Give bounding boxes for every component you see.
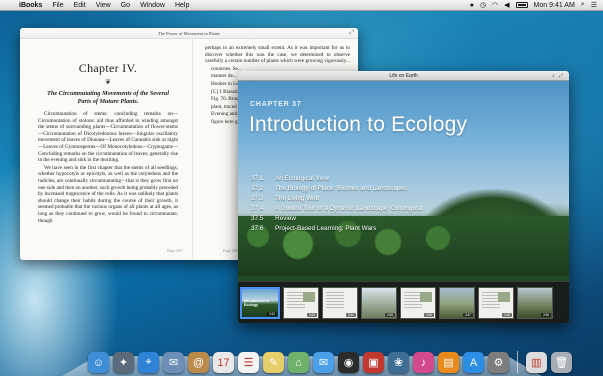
- paragraph: perhaps to an extremely small extent. As…: [205, 45, 350, 65]
- book-window-title: The Power of Movement in Plants: [20, 28, 358, 39]
- calendar-icon[interactable]: 17: [213, 352, 234, 373]
- thumbnail-page[interactable]: 245: [361, 286, 397, 319]
- toc-item[interactable]: 37.2 The Biology of Place: Biomes and Lan…: [251, 184, 501, 194]
- life-on-earth-window: Life on Earth ⌕ ⤢ CHAPTER 37 Introductio…: [238, 71, 569, 323]
- ibooks-icon[interactable]: ▤: [438, 352, 459, 373]
- menu-clock[interactable]: Mon 9:41 AM: [534, 2, 575, 9]
- toc-title: Review: [275, 215, 296, 222]
- thumbnail-page-number: 245: [385, 312, 395, 317]
- life-window-title: Life on Earth: [389, 73, 418, 79]
- menu-edit[interactable]: Edit: [69, 0, 91, 11]
- chapter-title: Introduction to Ecology: [249, 113, 468, 136]
- thumbnail-page[interactable]: 249: [517, 286, 553, 319]
- chapter-label: CHAPTER 37: [250, 101, 302, 108]
- thumbnail-page[interactable]: 246: [400, 286, 436, 319]
- left-page[interactable]: Chapter IV. ❦ The Circumnutating Movemen…: [20, 39, 192, 260]
- page-thumbnail-strip: Introduction to Ecology 242 243 244 245 …: [238, 281, 569, 323]
- system-preferences-icon[interactable]: ⚙: [488, 352, 509, 373]
- ornament-icon: ❦: [105, 78, 111, 86]
- toc-title: The Biology of Place: Biomes and Landsca…: [275, 185, 408, 192]
- fullscreen-icon[interactable]: ⤢: [559, 71, 563, 81]
- table-of-contents: 37.1 An Ecological View 37.2 The Biology o…: [251, 174, 501, 234]
- text-lines: [326, 291, 344, 310]
- thumbnail-image: [420, 291, 432, 302]
- thumbnail-page-number: 246: [424, 312, 434, 317]
- iphoto-icon[interactable]: ❀: [388, 352, 409, 373]
- dock: ☺ ✦ ⌖ ✉ @17 ☰ ✎ ⌂ ✉ ◉ ▣ ❀ ♪ ▤ A ⚙ ▥ 🗑: [88, 343, 572, 373]
- toc-title: The Living Web: [275, 195, 320, 202]
- toc-number: 37.6: [251, 225, 264, 232]
- life-window-titlebar[interactable]: Life on Earth ⌕ ⤢: [238, 71, 569, 81]
- thumbnail-image: [303, 291, 315, 302]
- toc-number: 37.2: [251, 185, 264, 192]
- toc-title: Project-Based Learning: Plant Wars: [275, 225, 377, 232]
- toc-number: 37.4: [251, 205, 264, 212]
- page-number: Page 203: [167, 248, 182, 253]
- toc-number: 37.5: [251, 215, 264, 222]
- wifi-icon[interactable]: ◠: [492, 1, 498, 9]
- thumbnail-page-number: 244: [346, 312, 356, 317]
- thumbnail-page-number: 248: [502, 312, 512, 317]
- toc-number: 37.3: [251, 195, 264, 202]
- paragraph: We have seen in the first chapter that t…: [38, 164, 178, 224]
- toc-item[interactable]: 37.4 A Guided Tour of a Dynamic Landscape…: [251, 204, 501, 214]
- page-number: Page 204: [223, 248, 238, 253]
- photo-booth-icon[interactable]: ▣: [363, 352, 384, 373]
- notification-center-icon[interactable]: ☰: [591, 1, 597, 9]
- notes-icon[interactable]: ✎: [263, 352, 284, 373]
- status-area: ● ◷ ◠ ◀ Mon 9:41 AM ⌕ ☰: [470, 1, 603, 9]
- thumbnail-page-number: 249: [541, 312, 551, 317]
- toc-item[interactable]: 37.6 Project-Based Learning: Plant Wars: [251, 224, 501, 234]
- thumbnail-page[interactable]: 248: [478, 286, 514, 319]
- spotlight-icon[interactable]: ⌕: [581, 1, 585, 9]
- time-machine-icon[interactable]: ◷: [480, 1, 486, 9]
- thumbnail-title: Introduction to Ecology: [244, 298, 270, 307]
- itunes-icon[interactable]: ♪: [413, 352, 434, 373]
- launchpad-icon[interactable]: ✦: [113, 352, 134, 373]
- facetime-icon[interactable]: ◉: [338, 352, 359, 373]
- menu-app-name[interactable]: iBooks: [14, 0, 47, 11]
- search-icon[interactable]: ⌕: [552, 71, 555, 81]
- maps-icon[interactable]: ⌂: [288, 352, 309, 373]
- fullscreen-icon[interactable]: ⤢: [349, 30, 354, 37]
- chapter-heading: Chapter IV.: [78, 61, 138, 75]
- finder-icon[interactable]: ☺: [88, 352, 109, 373]
- toc-item[interactable]: 37.3 The Living Web: [251, 194, 501, 204]
- thumbnail-page-number: 243: [307, 312, 317, 317]
- thumbnail-page[interactable]: Introduction to Ecology 242: [240, 286, 280, 319]
- contacts-icon[interactable]: @: [188, 352, 209, 373]
- app-store-icon[interactable]: A: [463, 352, 484, 373]
- menu-bar: iBooks File Edit View Go Window Help ● ◷…: [0, 0, 603, 11]
- battery-icon[interactable]: [515, 2, 528, 8]
- thumbnail-page-number: 242: [267, 311, 277, 316]
- menu-window[interactable]: Window: [135, 0, 170, 11]
- safari-icon[interactable]: ⌖: [138, 352, 159, 373]
- reminders-icon[interactable]: ☰: [238, 352, 259, 373]
- notification-icon[interactable]: ●: [470, 2, 474, 9]
- paragraph: Circumnutation of stems: concluding rema…: [38, 111, 178, 164]
- menu-file[interactable]: File: [47, 0, 68, 11]
- menu-go[interactable]: Go: [116, 0, 135, 11]
- thumbnail-page[interactable]: 244: [322, 286, 358, 319]
- trash-icon[interactable]: 🗑: [551, 352, 572, 373]
- documents-icon[interactable]: ▥: [526, 352, 547, 373]
- thumbnail-image: [498, 291, 510, 302]
- toc-number: 37.1: [251, 175, 264, 182]
- thumbnail-page-number: 247: [463, 312, 473, 317]
- menu-view[interactable]: View: [91, 0, 116, 11]
- window-tools: ⌕ ⤢: [552, 71, 563, 81]
- menu-help[interactable]: Help: [170, 0, 194, 11]
- volume-icon[interactable]: ◀: [504, 1, 509, 9]
- thumbnail-page[interactable]: 243: [283, 286, 319, 319]
- toc-item[interactable]: 37.1 An Ecological View: [251, 174, 501, 184]
- chapter-subtitle: The Circumnutating Movements of the Seve…: [47, 90, 169, 105]
- dock-separator: [517, 351, 518, 373]
- mail-icon[interactable]: ✉: [163, 352, 184, 373]
- messages-icon[interactable]: ✉: [313, 352, 334, 373]
- thumbnail-page[interactable]: 247: [439, 286, 475, 319]
- toc-item[interactable]: 37.5 Review: [251, 214, 501, 224]
- toc-title: A Guided Tour of a Dynamic Landscape: Go…: [275, 205, 423, 212]
- toc-title: An Ecological View: [275, 175, 330, 182]
